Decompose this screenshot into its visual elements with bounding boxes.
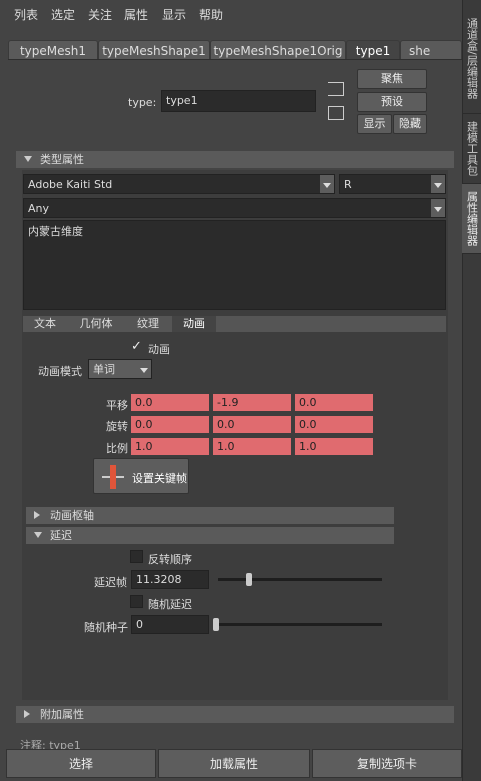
section-extra-attributes-label: 附加属性 <box>40 708 84 721</box>
keyframe-icon <box>102 465 124 489</box>
reverse-order-checkbox[interactable] <box>130 550 143 563</box>
font-dropdown[interactable]: Adobe Kaiti Std <box>23 174 335 194</box>
hide-button[interactable]: 隐藏 <box>393 114 427 134</box>
text-input-area[interactable]: 内蒙古维度 <box>23 220 446 310</box>
chevron-down-icon <box>431 175 445 193</box>
delay-frames-label: 延迟帧 <box>94 576 127 589</box>
type-label: type: <box>128 96 157 109</box>
rotate-y-field[interactable]: 0.0 <box>213 416 291 433</box>
random-seed-field[interactable]: 0 <box>131 615 209 634</box>
section-animation-pivot-label: 动画枢轴 <box>50 509 94 522</box>
section-type-attributes-label: 类型属性 <box>40 153 84 166</box>
font-style-dropdown[interactable]: R <box>339 174 446 194</box>
focus-output-icon[interactable] <box>328 106 344 120</box>
tab-divider <box>8 59 462 60</box>
node-tab-strip: typeMesh1 typeMeshShape1 typeMeshShape1O… <box>8 40 462 60</box>
focus-input-icon[interactable] <box>328 82 344 96</box>
tab-texture[interactable]: 纹理 <box>128 316 168 332</box>
writing-system-value: Any <box>28 202 50 215</box>
focus-button[interactable]: 聚焦 <box>357 69 427 89</box>
section-animation-pivot[interactable]: 动画枢轴 <box>26 507 394 524</box>
chevron-down-icon <box>137 360 151 378</box>
side-tab-attribute-editor[interactable]: 属性编辑器 <box>462 184 481 254</box>
delay-frames-field[interactable]: 11.3208 <box>131 570 209 589</box>
type-name-field[interactable]: type1 <box>161 90 316 112</box>
font-style-value: R <box>344 178 352 191</box>
tab-typemeshshape1orig[interactable]: typeMeshShape1Orig <box>210 40 346 60</box>
menu-attributes[interactable]: 属性 <box>124 6 148 23</box>
tab-type1[interactable]: type1 <box>346 40 400 60</box>
set-keyframe-button[interactable]: 设置关键帧 <box>93 458 189 494</box>
select-button[interactable]: 选择 <box>6 749 156 778</box>
menu-focus[interactable]: 关注 <box>88 6 112 23</box>
translate-y-field[interactable]: -1.9 <box>213 394 291 411</box>
font-dropdown-value: Adobe Kaiti Std <box>28 178 113 191</box>
delay-frames-slider[interactable] <box>218 578 382 581</box>
tab-text[interactable]: 文本 <box>26 316 64 332</box>
random-seed-label: 随机种子 <box>84 621 128 634</box>
tab-typemesh1[interactable]: typeMesh1 <box>8 40 98 60</box>
chevron-down-icon <box>320 175 334 193</box>
menu-help[interactable]: 帮助 <box>199 6 223 23</box>
animation-mode-label: 动画模式 <box>38 365 82 378</box>
expand-icon <box>34 532 42 538</box>
section-extra-attributes[interactable]: 附加属性 <box>16 706 454 723</box>
random-seed-slider[interactable] <box>213 623 382 626</box>
tab-typemeshshape1[interactable]: typeMeshShape1 <box>98 40 210 60</box>
animate-label: 动画 <box>148 343 170 356</box>
section-type-attributes[interactable]: 类型属性 <box>16 151 454 168</box>
expand-icon <box>24 156 32 162</box>
scale-z-field[interactable]: 1.0 <box>295 438 373 455</box>
translate-label: 平移 <box>106 399 128 412</box>
animation-mode-value: 单词 <box>93 363 115 376</box>
side-tab-modeling-toolkit[interactable]: 建模工具包 <box>462 114 481 184</box>
random-delay-label: 随机延迟 <box>148 598 192 611</box>
section-delay-label: 延迟 <box>50 529 72 542</box>
animation-mode-dropdown[interactable]: 单词 <box>88 359 152 379</box>
tab-animation[interactable]: 动画 <box>172 316 216 332</box>
delay-frames-slider-thumb[interactable] <box>246 573 253 586</box>
scale-y-field[interactable]: 1.0 <box>213 438 291 455</box>
menu-select[interactable]: 选定 <box>51 6 75 23</box>
animate-checkbox[interactable]: ✓ <box>130 340 143 353</box>
random-seed-slider-thumb[interactable] <box>213 618 219 631</box>
scale-label: 比例 <box>106 442 128 455</box>
random-delay-checkbox[interactable] <box>130 595 143 608</box>
translate-x-field[interactable]: 0.0 <box>131 394 209 411</box>
writing-system-dropdown[interactable]: Any <box>23 198 446 218</box>
set-keyframe-label: 设置关键帧 <box>132 472 187 485</box>
translate-z-field[interactable]: 0.0 <box>295 394 373 411</box>
menu-show[interactable]: 显示 <box>162 6 186 23</box>
rotate-z-field[interactable]: 0.0 <box>295 416 373 433</box>
tab-geometry[interactable]: 几何体 <box>66 316 126 332</box>
preset-button[interactable]: 预设 <box>357 92 427 112</box>
side-tab-channel-box[interactable]: 通道盒/层编辑器 <box>462 4 481 114</box>
load-attributes-button[interactable]: 加载属性 <box>158 749 310 778</box>
scale-x-field[interactable]: 1.0 <box>131 438 209 455</box>
collapse-icon <box>34 511 40 519</box>
chevron-down-icon <box>431 199 445 217</box>
reverse-order-label: 反转顺序 <box>148 553 192 566</box>
rotate-x-field[interactable]: 0.0 <box>131 416 209 433</box>
show-button[interactable]: 显示 <box>357 114 392 134</box>
tab-she[interactable]: she <box>400 40 462 60</box>
menu-list[interactable]: 列表 <box>14 6 38 23</box>
section-delay[interactable]: 延迟 <box>26 527 394 544</box>
copy-tab-button[interactable]: 复制选项卡 <box>312 749 462 778</box>
collapse-icon <box>24 710 30 718</box>
rotate-label: 旋转 <box>106 420 128 433</box>
